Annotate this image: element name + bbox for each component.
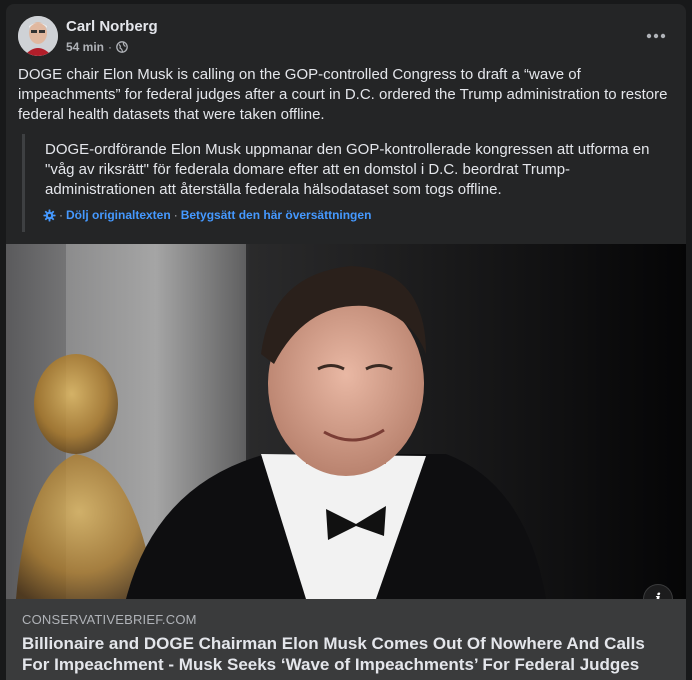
author-avatar[interactable]	[18, 16, 58, 56]
translation-block: DOGE-ordförande Elon Musk uppmanar den G…	[22, 134, 675, 232]
link-preview-caption[interactable]: CONSERVATIVEBRIEF.COM Billionaire and DO…	[6, 599, 686, 680]
more-options-button[interactable]	[642, 22, 670, 50]
post-header: Carl Norberg 54 min ·	[18, 16, 674, 56]
post-text: DOGE chair Elon Musk is calling on the G…	[18, 66, 668, 123]
rate-translation-link[interactable]: Betygsätt den här översättningen	[181, 208, 372, 222]
post-timestamp[interactable]: 54 min	[66, 40, 104, 54]
translation-text: DOGE-ordförande Elon Musk uppmanar den G…	[45, 141, 650, 198]
link-headline[interactable]: Billionaire and DOGE Chairman Elon Musk …	[22, 633, 672, 675]
portrait-photo	[6, 244, 686, 599]
gear-icon	[43, 208, 56, 222]
link-domain: CONSERVATIVEBRIEF.COM	[22, 612, 197, 627]
post-card: Carl Norberg 54 min · DOGE chair Elon Mu…	[6, 4, 686, 680]
meta-separator: ·	[108, 40, 113, 54]
hide-original-link[interactable]: Dölj originaltexten	[66, 208, 171, 222]
author-name[interactable]: Carl Norberg	[66, 18, 158, 35]
globe-icon[interactable]	[116, 41, 128, 53]
translation-separator: ·	[173, 208, 178, 222]
translation-separator: ·	[59, 208, 63, 222]
translation-links: · Dölj originaltexten · Betygsätt den hä…	[43, 208, 371, 222]
post-meta: 54 min ·	[66, 40, 128, 54]
link-preview-image[interactable]	[6, 244, 686, 599]
more-horizontal-icon	[646, 33, 666, 39]
avatar-image	[18, 16, 58, 56]
